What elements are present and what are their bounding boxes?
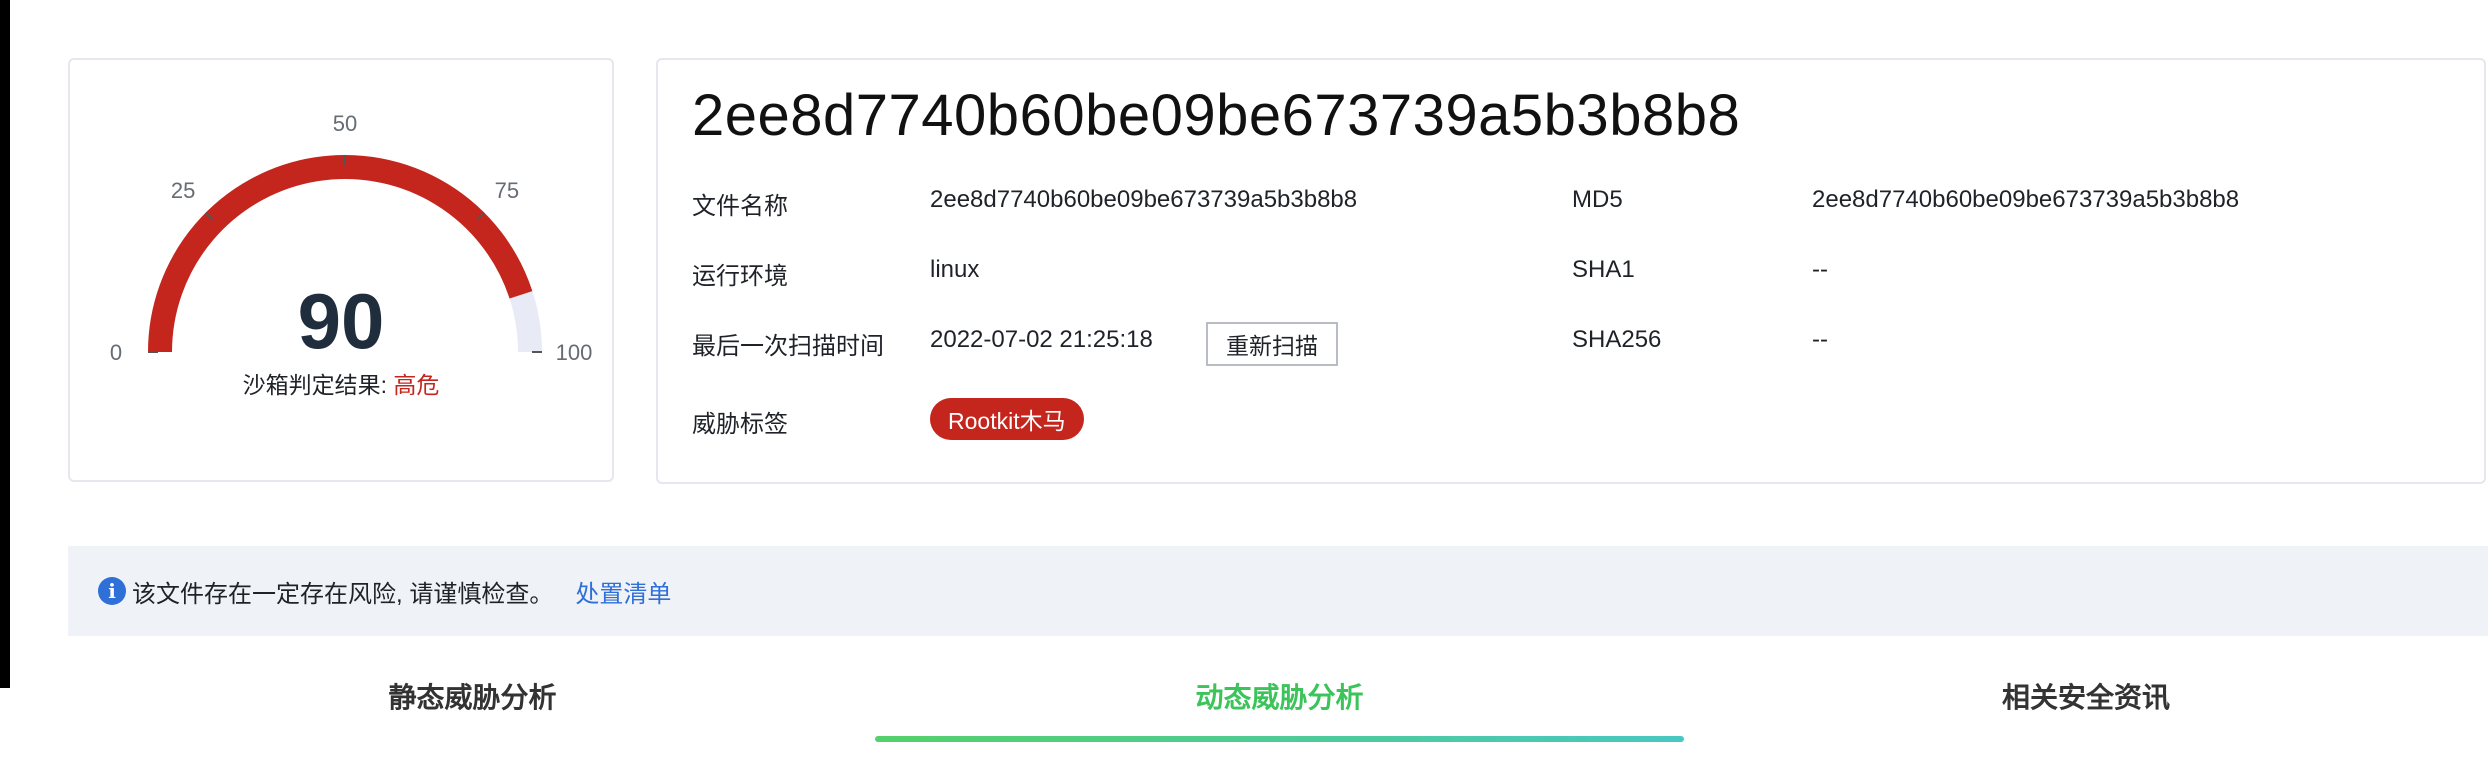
- verdict-value: 高危: [393, 372, 440, 398]
- verdict-label: 沙箱判定结果:: [242, 372, 394, 398]
- sha256-label: SHA256: [1572, 326, 1662, 353]
- rescan-button[interactable]: 重新扫描: [1206, 322, 1338, 366]
- risk-alert: i 该文件存在一定存在风险, 请谨慎检查。 处置清单: [68, 546, 2488, 636]
- disposal-list-link[interactable]: 处置清单: [575, 574, 671, 609]
- info-icon: i: [98, 577, 126, 605]
- active-tab-indicator: [875, 736, 1684, 742]
- last-scan-label: 最后一次扫描时间: [692, 333, 884, 360]
- sandbox-verdict: 沙箱判定结果: 高危: [70, 366, 612, 400]
- tab-static-analysis[interactable]: 静态威胁分析: [68, 676, 877, 716]
- file-info-card: 2ee8d7740b60be09be673739a5b3b8b8 文件名称 2e…: [656, 58, 2486, 484]
- last-scan-value: 2022-07-02 21:25:18: [930, 326, 1153, 353]
- window-edge: [0, 0, 10, 688]
- md5-label: MD5: [1572, 186, 1623, 213]
- environment-label: 运行环境: [692, 263, 788, 290]
- gauge-tick-label: 50: [333, 111, 357, 136]
- file-name-value: 2ee8d7740b60be09be673739a5b3b8b8: [930, 186, 1358, 213]
- file-name-label: 文件名称: [692, 193, 788, 220]
- risk-score: 90: [297, 277, 385, 365]
- risk-gauge: 0255075100: [110, 111, 592, 365]
- sha1-value: --: [1812, 256, 1828, 283]
- md5-value: 2ee8d7740b60be09be673739a5b3b8b8: [1812, 186, 2240, 213]
- gauge-tick-label: 25: [171, 178, 195, 203]
- sha256-value: --: [1812, 326, 1828, 353]
- environment-value: linux: [930, 256, 980, 283]
- threat-tags-label: 威胁标签: [692, 411, 788, 438]
- file-hash-title: 2ee8d7740b60be09be673739a5b3b8b8: [692, 83, 1741, 148]
- tab-dynamic-analysis[interactable]: 动态威胁分析: [875, 676, 1684, 716]
- sha1-label: SHA1: [1572, 256, 1635, 283]
- threat-tag: Rootkit木马: [930, 398, 1084, 440]
- risk-gauge-card: 0 25 50 75 100 90 沙箱判定结果: 高危: [68, 58, 614, 482]
- gauge-tick-label: 75: [495, 178, 519, 203]
- tab-security-news[interactable]: 相关安全资讯: [1684, 676, 2488, 716]
- alert-message: 该文件存在一定存在风险, 请谨慎检查。: [132, 580, 554, 608]
